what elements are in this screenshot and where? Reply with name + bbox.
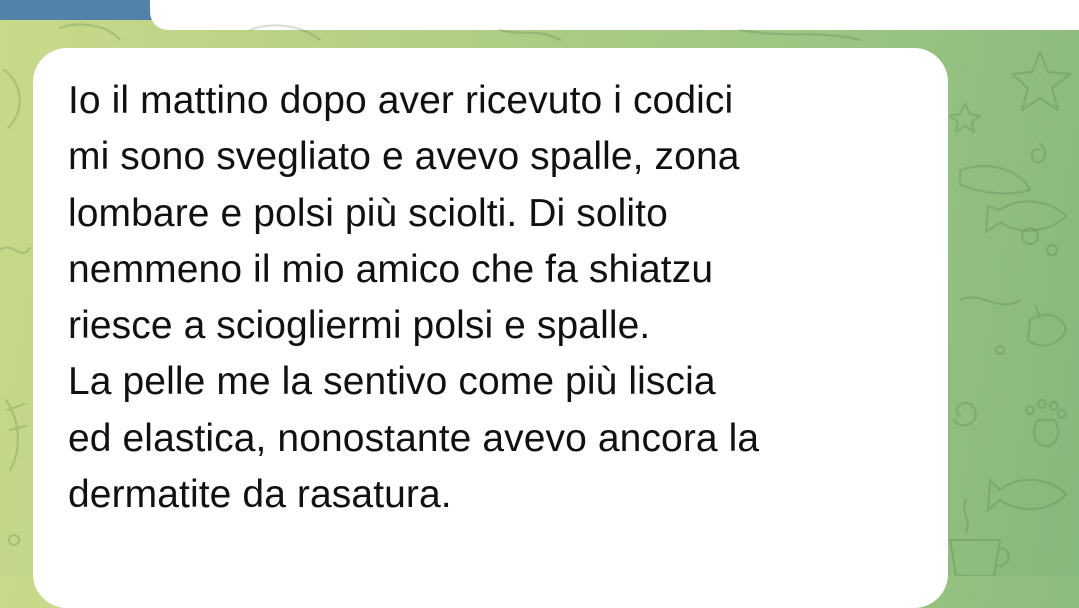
fish-doodle-icon [986, 478, 1068, 512]
shell-doodle-icon [248, 24, 322, 42]
wave-doodle-icon [958, 296, 1022, 306]
message-text: Io il mattino dopo aver ricevuto i codic… [68, 79, 760, 517]
star-doodle-icon [1010, 50, 1072, 112]
bird-doodle-icon [1026, 304, 1068, 347]
line-doodle-icon [738, 28, 862, 42]
shell-doodle-icon [958, 165, 1032, 195]
swirl-doodle-icon [498, 28, 562, 42]
fish-doodle-icon [984, 200, 1068, 234]
spiral-doodle-icon [952, 401, 977, 427]
cup-doodle-icon [948, 538, 1010, 576]
paw-doodle-icon [1032, 418, 1060, 448]
curl-doodle-icon [58, 23, 122, 42]
leaf-doodle-icon [2, 68, 21, 130]
wave-doodle-icon [0, 246, 32, 254]
feather-doodle-icon [4, 398, 28, 472]
spiral-doodle-icon [1030, 142, 1046, 164]
small-star-doodle-icon [948, 102, 982, 134]
dot-doodle-icon [7, 533, 21, 547]
steam-doodle-icon [963, 498, 969, 534]
